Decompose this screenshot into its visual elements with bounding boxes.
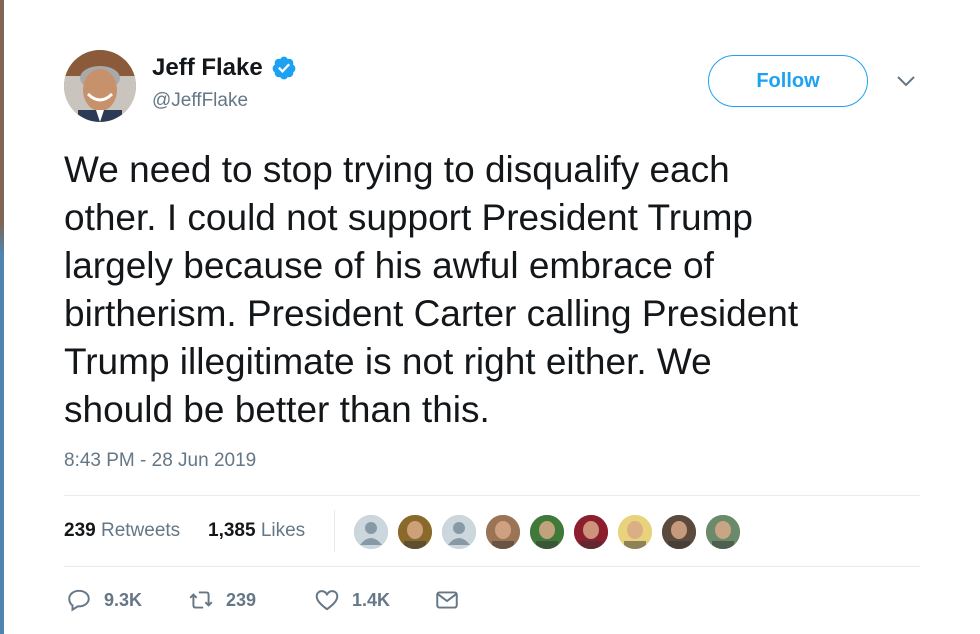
user-photo (486, 515, 520, 549)
divider (64, 566, 920, 567)
likes-label: Likes (260, 520, 306, 541)
reply-button[interactable]: 9.3K (66, 582, 142, 618)
retweets-stat[interactable]: 239 Retweets (64, 520, 180, 542)
user-photo (706, 515, 740, 549)
reply-icon (68, 589, 90, 612)
timestamp[interactable]: 8:43 PM - 28 Jun 2019 (64, 450, 256, 472)
liker-avatar[interactable] (440, 513, 478, 551)
retweet-count: 239 (226, 589, 257, 610)
liker-avatar[interactable] (396, 513, 434, 551)
likes-stat[interactable]: 1,385 Likes (208, 520, 305, 542)
user-photo (398, 515, 432, 549)
avatar[interactable] (64, 50, 136, 122)
liker-avatar[interactable] (572, 513, 610, 551)
likes-count: 1,385 (208, 520, 256, 541)
chevron-down-icon[interactable] (896, 74, 916, 88)
default-avatar-icon (354, 515, 388, 549)
user-photo (662, 515, 696, 549)
background-edge (0, 0, 4, 634)
reply-count: 9.3K (104, 589, 143, 610)
liker-avatar[interactable] (660, 513, 698, 551)
avatar-photo (64, 50, 136, 122)
tweet-actions: 9.3K 239 1.4K (64, 582, 564, 618)
author-info: Jeff Flake @JeffFlake (152, 54, 297, 112)
retweet-button[interactable]: 239 (188, 582, 256, 618)
liker-avatar[interactable] (528, 513, 566, 551)
user-photo (574, 515, 608, 549)
liker-avatar[interactable] (352, 513, 390, 551)
like-button[interactable]: 1.4K (314, 582, 390, 618)
heart-icon (315, 590, 339, 611)
tweet-card: Jeff Flake @JeffFlake Follow We need to … (64, 44, 920, 612)
retweet-icon (189, 591, 213, 609)
liker-avatar[interactable] (484, 513, 522, 551)
follow-button[interactable]: Follow (708, 55, 868, 107)
user-photo (618, 515, 652, 549)
default-avatar-icon (442, 515, 476, 549)
direct-message-button[interactable] (434, 582, 460, 618)
verified-badge-icon (272, 56, 296, 80)
tweet-text: We need to stop trying to disqualify eac… (64, 149, 799, 430)
liker-avatar[interactable] (704, 513, 742, 551)
tweet-header: Jeff Flake @JeffFlake Follow (64, 44, 920, 128)
engagement-stats: 239 Retweets 1,385 Likes (64, 496, 920, 566)
handle[interactable]: @JeffFlake (152, 90, 297, 112)
user-photo (530, 515, 564, 549)
display-name[interactable]: Jeff Flake (152, 54, 263, 82)
stats-separator (334, 510, 335, 552)
envelope-icon (436, 591, 458, 609)
retweets-label: Retweets (100, 520, 181, 541)
like-count: 1.4K (352, 589, 391, 610)
liker-avatar[interactable] (616, 513, 654, 551)
retweets-count: 239 (64, 520, 96, 541)
